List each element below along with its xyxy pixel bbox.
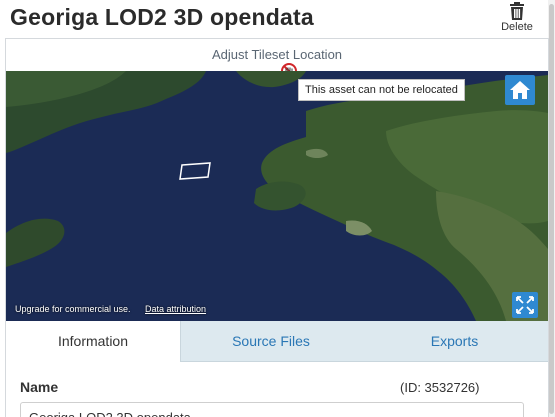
delete-label: Delete: [501, 21, 533, 33]
upgrade-notice: Upgrade for commercial use.: [15, 304, 131, 314]
asset-id: (ID: 3532726): [400, 380, 480, 395]
adjust-tileset-location-button[interactable]: Adjust Tileset Location: [212, 47, 342, 62]
scrollbar-thumb[interactable]: [549, 4, 554, 414]
tab-exports[interactable]: Exports: [361, 321, 548, 362]
name-label: Name: [20, 379, 59, 395]
map-viewer[interactable]: Upgrade for commercial use. Data attribu…: [6, 71, 548, 321]
delete-button[interactable]: Delete: [496, 0, 538, 38]
asset-panel: Adjust Tileset Location This asset can n…: [5, 38, 549, 417]
trash-icon: [510, 2, 524, 20]
tab-information[interactable]: Information: [6, 321, 181, 363]
home-icon: [510, 81, 530, 99]
relocate-tooltip: This asset can not be relocated: [298, 79, 465, 101]
fullscreen-icon: [516, 296, 534, 314]
page-scrollbar[interactable]: [548, 0, 555, 417]
adjust-bar: Adjust Tileset Location: [6, 39, 548, 71]
page-header: Georiga LOD2 3D opendata Delete: [0, 0, 555, 38]
information-section: Name (ID: 3532726): [6, 362, 548, 417]
map-terrain: [6, 71, 548, 321]
data-attribution-link[interactable]: Data attribution: [145, 304, 206, 314]
name-input[interactable]: [20, 402, 524, 417]
home-view-button[interactable]: [505, 75, 535, 105]
tab-source-files[interactable]: Source Files: [181, 321, 361, 362]
asset-tabs: Information Source Files Exports: [6, 321, 548, 363]
fullscreen-button[interactable]: [512, 292, 538, 318]
page-title: Georiga LOD2 3D opendata: [10, 4, 314, 30]
